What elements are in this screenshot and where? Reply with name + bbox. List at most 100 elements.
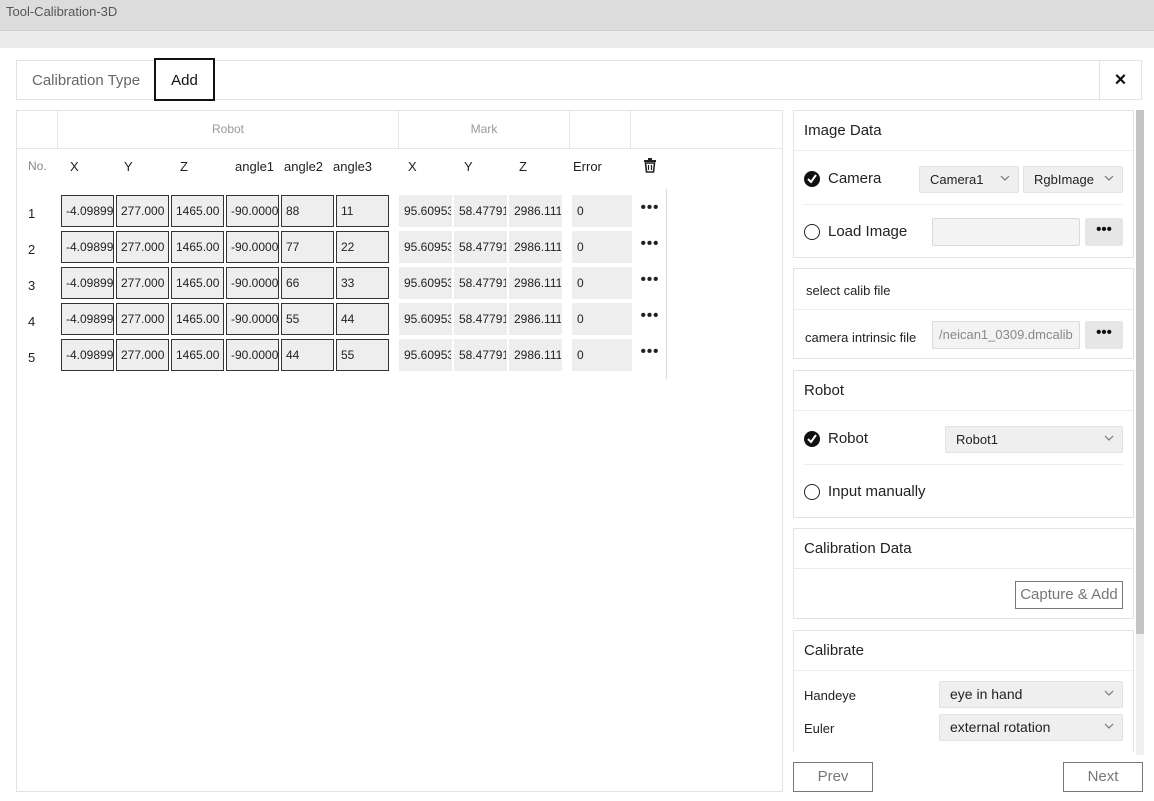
image-type-select[interactable]: RgbImage: [1023, 166, 1123, 193]
robot-section: Robot Robot Robot1 Input manually: [793, 370, 1134, 518]
divider: [804, 464, 1123, 465]
robot-radio-checked-icon[interactable]: [804, 431, 820, 447]
mark-x-cell: 95.60953: [399, 195, 452, 227]
input-manually-option-label[interactable]: Input manually: [828, 483, 926, 500]
image-type-select-value: RgbImage: [1034, 172, 1094, 187]
load-image-radio[interactable]: [804, 224, 820, 240]
angle1-cell[interactable]: -90.0000: [226, 339, 279, 371]
load-image-browse-button[interactable]: •••: [1085, 218, 1123, 246]
robot-x-cell[interactable]: -4.09899: [61, 231, 114, 263]
trash-icon[interactable]: [641, 156, 659, 174]
row-more-icon[interactable]: •••: [639, 272, 661, 287]
col-header-angle1: angle1: [235, 159, 275, 174]
row-number: 3: [28, 278, 36, 293]
handeye-select-value: eye in hand: [950, 686, 1023, 702]
angle3-cell[interactable]: 44: [336, 303, 389, 335]
mark-z-cell: 2986.111: [509, 303, 562, 335]
robot-z-cell[interactable]: 1465.00: [171, 303, 224, 335]
col-header-error: Error: [573, 159, 602, 174]
input-manually-radio[interactable]: [804, 484, 820, 500]
image-data-title: Image Data: [794, 111, 1133, 151]
mark-x-cell: 95.60953: [399, 303, 452, 335]
angle2-cell[interactable]: 77: [281, 231, 334, 263]
mark-z-cell: 2986.111: [509, 231, 562, 263]
robot-z-cell[interactable]: 1465.00: [171, 267, 224, 299]
col-header-robot-y: Y: [124, 159, 133, 174]
robot-z-cell[interactable]: 1465.00: [171, 231, 224, 263]
robot-y-cell[interactable]: 277.000: [116, 195, 169, 227]
table-corner-header: [17, 111, 58, 149]
angle2-cell[interactable]: 44: [281, 339, 334, 371]
mark-z-cell: 2986.111: [509, 339, 562, 371]
scrollbar-thumb[interactable]: [1136, 110, 1144, 634]
angle1-cell[interactable]: -90.0000: [226, 195, 279, 227]
table-divider: [666, 189, 667, 379]
camera-radio-checked-icon[interactable]: [804, 171, 820, 187]
robot-x-cell[interactable]: -4.09899: [61, 339, 114, 371]
col-header-robot-z: Z: [180, 159, 188, 174]
angle2-cell[interactable]: 88: [281, 195, 334, 227]
right-panel-scrollbar[interactable]: [1136, 110, 1144, 755]
error-cell: 0: [572, 339, 632, 371]
row-more-icon[interactable]: •••: [639, 200, 661, 215]
angle3-cell[interactable]: 22: [336, 231, 389, 263]
chevron-down-icon: [1104, 175, 1114, 181]
intrinsic-file-field[interactable]: /neican1_0309.dmcalib: [932, 321, 1080, 349]
calibrate-section: Calibrate Handeye eye in hand Euler exte…: [793, 630, 1134, 752]
robot-z-cell[interactable]: 1465.00: [171, 339, 224, 371]
col-header-mark-x: X: [408, 159, 417, 174]
angle3-cell[interactable]: 33: [336, 267, 389, 299]
row-number: 4: [28, 314, 36, 329]
prev-button[interactable]: Prev: [793, 762, 873, 792]
robot-y-cell[interactable]: 277.000: [116, 303, 169, 335]
divider: [804, 204, 1123, 205]
camera-option-label[interactable]: Camera: [828, 170, 881, 187]
robot-y-cell[interactable]: 277.000: [116, 267, 169, 299]
robot-x-cell[interactable]: -4.09899: [61, 267, 114, 299]
close-icon[interactable]: ×: [1099, 60, 1141, 101]
angle1-cell[interactable]: -90.0000: [226, 231, 279, 263]
col-header-mark-y: Y: [464, 159, 473, 174]
robot-x-cell[interactable]: -4.09899: [61, 195, 114, 227]
row-more-icon[interactable]: •••: [639, 236, 661, 251]
error-group-header: [570, 111, 631, 149]
mark-z-cell: 2986.111: [509, 195, 562, 227]
angle1-cell[interactable]: -90.0000: [226, 267, 279, 299]
calibration-data-section: Calibration Data Capture & Add: [793, 528, 1134, 619]
tab-calibration-type[interactable]: Calibration Type: [32, 61, 140, 101]
robot-select[interactable]: Robot1: [945, 426, 1123, 453]
euler-label: Euler: [804, 721, 835, 736]
robot-y-cell[interactable]: 277.000: [116, 339, 169, 371]
load-image-path-field[interactable]: [932, 218, 1080, 246]
euler-select-value: external rotation: [950, 719, 1051, 735]
error-cell: 0: [572, 231, 632, 263]
mark-y-cell: 58.47791: [454, 339, 507, 371]
robot-x-cell[interactable]: -4.09899: [61, 303, 114, 335]
robot-option-label[interactable]: Robot: [828, 430, 868, 447]
robot-z-cell[interactable]: 1465.00: [171, 195, 224, 227]
chevron-down-icon: [1104, 690, 1114, 696]
angle2-cell[interactable]: 55: [281, 303, 334, 335]
camera-select[interactable]: Camera1: [919, 166, 1019, 193]
mark-z-cell: 2986.111: [509, 267, 562, 299]
mark-y-cell: 58.47791: [454, 231, 507, 263]
tab-add[interactable]: Add: [154, 58, 215, 101]
mark-y-cell: 58.47791: [454, 267, 507, 299]
next-button[interactable]: Next: [1063, 762, 1143, 792]
handeye-select[interactable]: eye in hand: [939, 681, 1123, 708]
robot-y-cell[interactable]: 277.000: [116, 231, 169, 263]
intrinsic-file-browse-button[interactable]: •••: [1085, 321, 1123, 349]
euler-select[interactable]: external rotation: [939, 714, 1123, 741]
mark-group-header: Mark: [399, 111, 570, 149]
load-image-option-label[interactable]: Load Image: [828, 223, 907, 240]
angle1-cell[interactable]: -90.0000: [226, 303, 279, 335]
capture-add-button[interactable]: Capture & Add: [1015, 581, 1123, 609]
row-more-icon[interactable]: •••: [639, 344, 661, 359]
chevron-down-icon: [1104, 723, 1114, 729]
angle3-cell[interactable]: 11: [336, 195, 389, 227]
col-header-no: No.: [28, 159, 47, 173]
angle3-cell[interactable]: 55: [336, 339, 389, 371]
angle2-cell[interactable]: 66: [281, 267, 334, 299]
row-more-icon[interactable]: •••: [639, 308, 661, 323]
col-header-robot-x: X: [70, 159, 79, 174]
